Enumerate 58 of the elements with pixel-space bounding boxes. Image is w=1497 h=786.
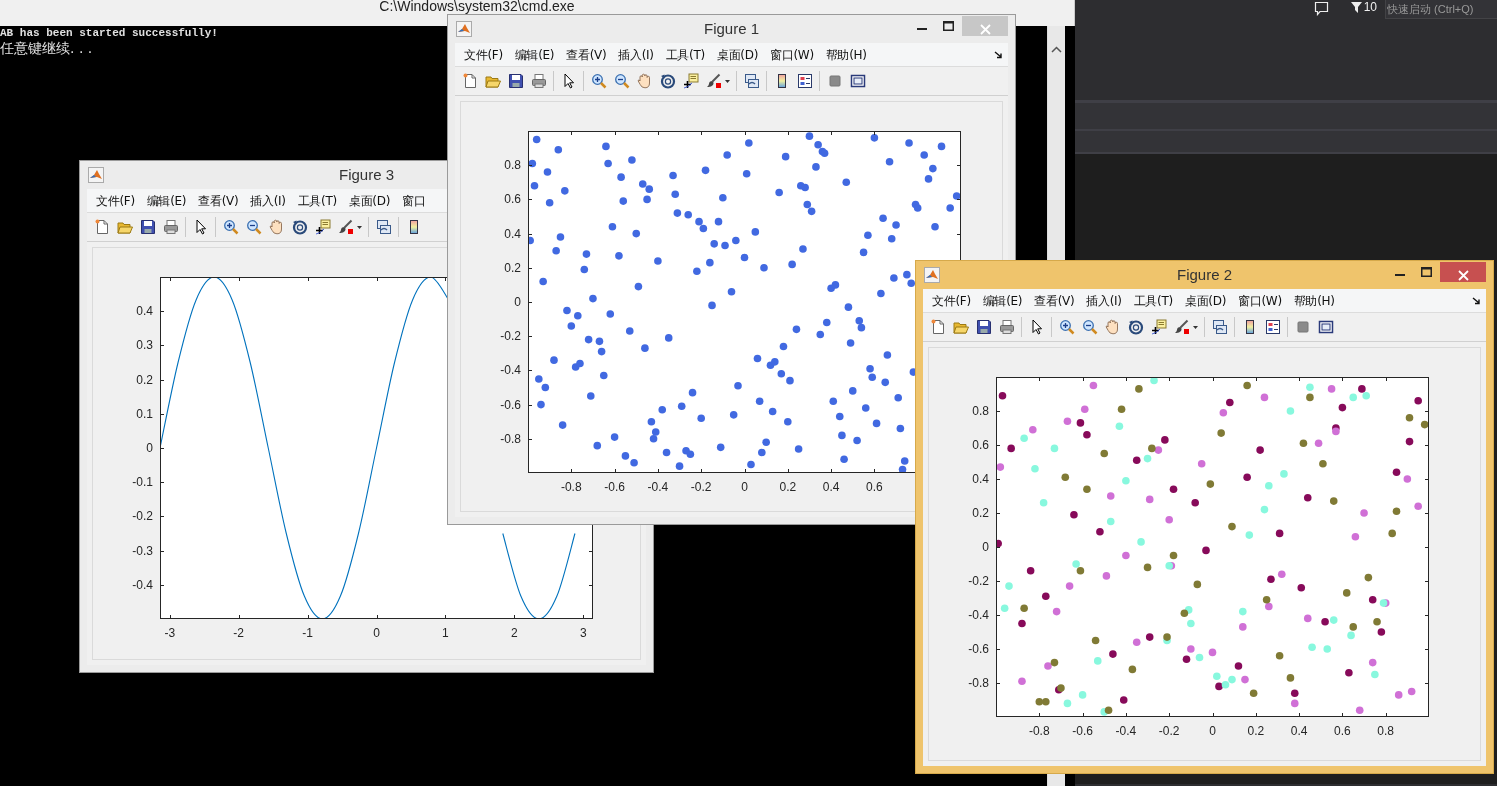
window-title: Figure 1 — [704, 19, 759, 39]
tick-label: -0.2 — [1158, 724, 1180, 738]
tick-label: -3 — [164, 626, 176, 640]
window-title: Figure 3 — [339, 165, 394, 185]
tick-label: 0.2 — [136, 372, 153, 387]
tick-label: -0.2 — [500, 329, 521, 344]
tick-label: -0.2 — [690, 480, 712, 494]
tick-label: 0.1 — [136, 406, 153, 421]
window-title: C:\Windows\system32\cmd.exe — [379, 0, 575, 13]
tick-label: -0.4 — [1115, 724, 1137, 738]
tick-label: 0.2 — [779, 480, 797, 494]
window-title: Figure 2 — [1177, 265, 1232, 285]
tick-label: 0 — [373, 626, 380, 640]
tick-label: -0.8 — [968, 676, 989, 690]
tick-label: 0 — [741, 480, 748, 494]
tick-label: -0.6 — [604, 480, 625, 494]
tick-label: 0 — [982, 540, 989, 554]
tick-label: -0.8 — [560, 480, 582, 494]
tick-label: 0.4 — [136, 304, 153, 319]
tick-label: -0.2 — [132, 509, 153, 524]
tick-label: -0.8 — [1028, 724, 1050, 738]
console-line: AB has been started successfully! — [0, 27, 218, 40]
tick-label: -1 — [302, 626, 313, 640]
tick-label: 0.6 — [972, 438, 989, 452]
tick-label: 0.4 — [972, 472, 989, 486]
tick-label: -0.6 — [1072, 724, 1093, 738]
tick-label: 0 — [514, 295, 521, 309]
tick-label: -0.3 — [132, 543, 153, 558]
tick-label: -0.8 — [500, 431, 521, 446]
tick-label: 0 — [146, 441, 153, 455]
tick-label: 1 — [442, 626, 449, 640]
tick-label: -0.1 — [132, 475, 153, 490]
tick-label: 0.2 — [1247, 724, 1265, 738]
tick-label: -0.4 — [647, 480, 669, 494]
tick-label: 0.8 — [972, 404, 989, 418]
tick-label: 0.6 — [866, 480, 883, 494]
tick-label: -0.4 — [500, 363, 521, 378]
console-line: 任意键继续. . . — [0, 40, 93, 56]
tick-label: 0.3 — [136, 338, 153, 353]
tick-label: 2 — [511, 626, 518, 640]
tick-label: 0.6 — [504, 192, 521, 207]
tick-label: 0.2 — [972, 506, 989, 520]
tick-label: -0.4 — [968, 608, 989, 622]
tick-label: -0.4 — [132, 577, 153, 592]
tick-label: 0.4 — [822, 480, 840, 494]
tick-label: 3 — [579, 626, 587, 640]
tick-label: 0.8 — [1377, 724, 1395, 738]
tick-label: 0.4 — [504, 226, 521, 241]
tick-label: 0 — [1209, 724, 1216, 738]
tick-label: -0.2 — [968, 574, 989, 588]
tick-label: 0.8 — [504, 158, 521, 173]
notification-count: 10 — [1363, 0, 1377, 14]
tick-label: 0.4 — [1290, 724, 1308, 738]
tick-label: -0.6 — [500, 397, 521, 412]
tick-label: -0.6 — [968, 642, 989, 656]
tick-label: 0.6 — [1334, 724, 1351, 738]
tick-label: -2 — [233, 626, 244, 640]
tick-label: 0.2 — [504, 260, 521, 275]
